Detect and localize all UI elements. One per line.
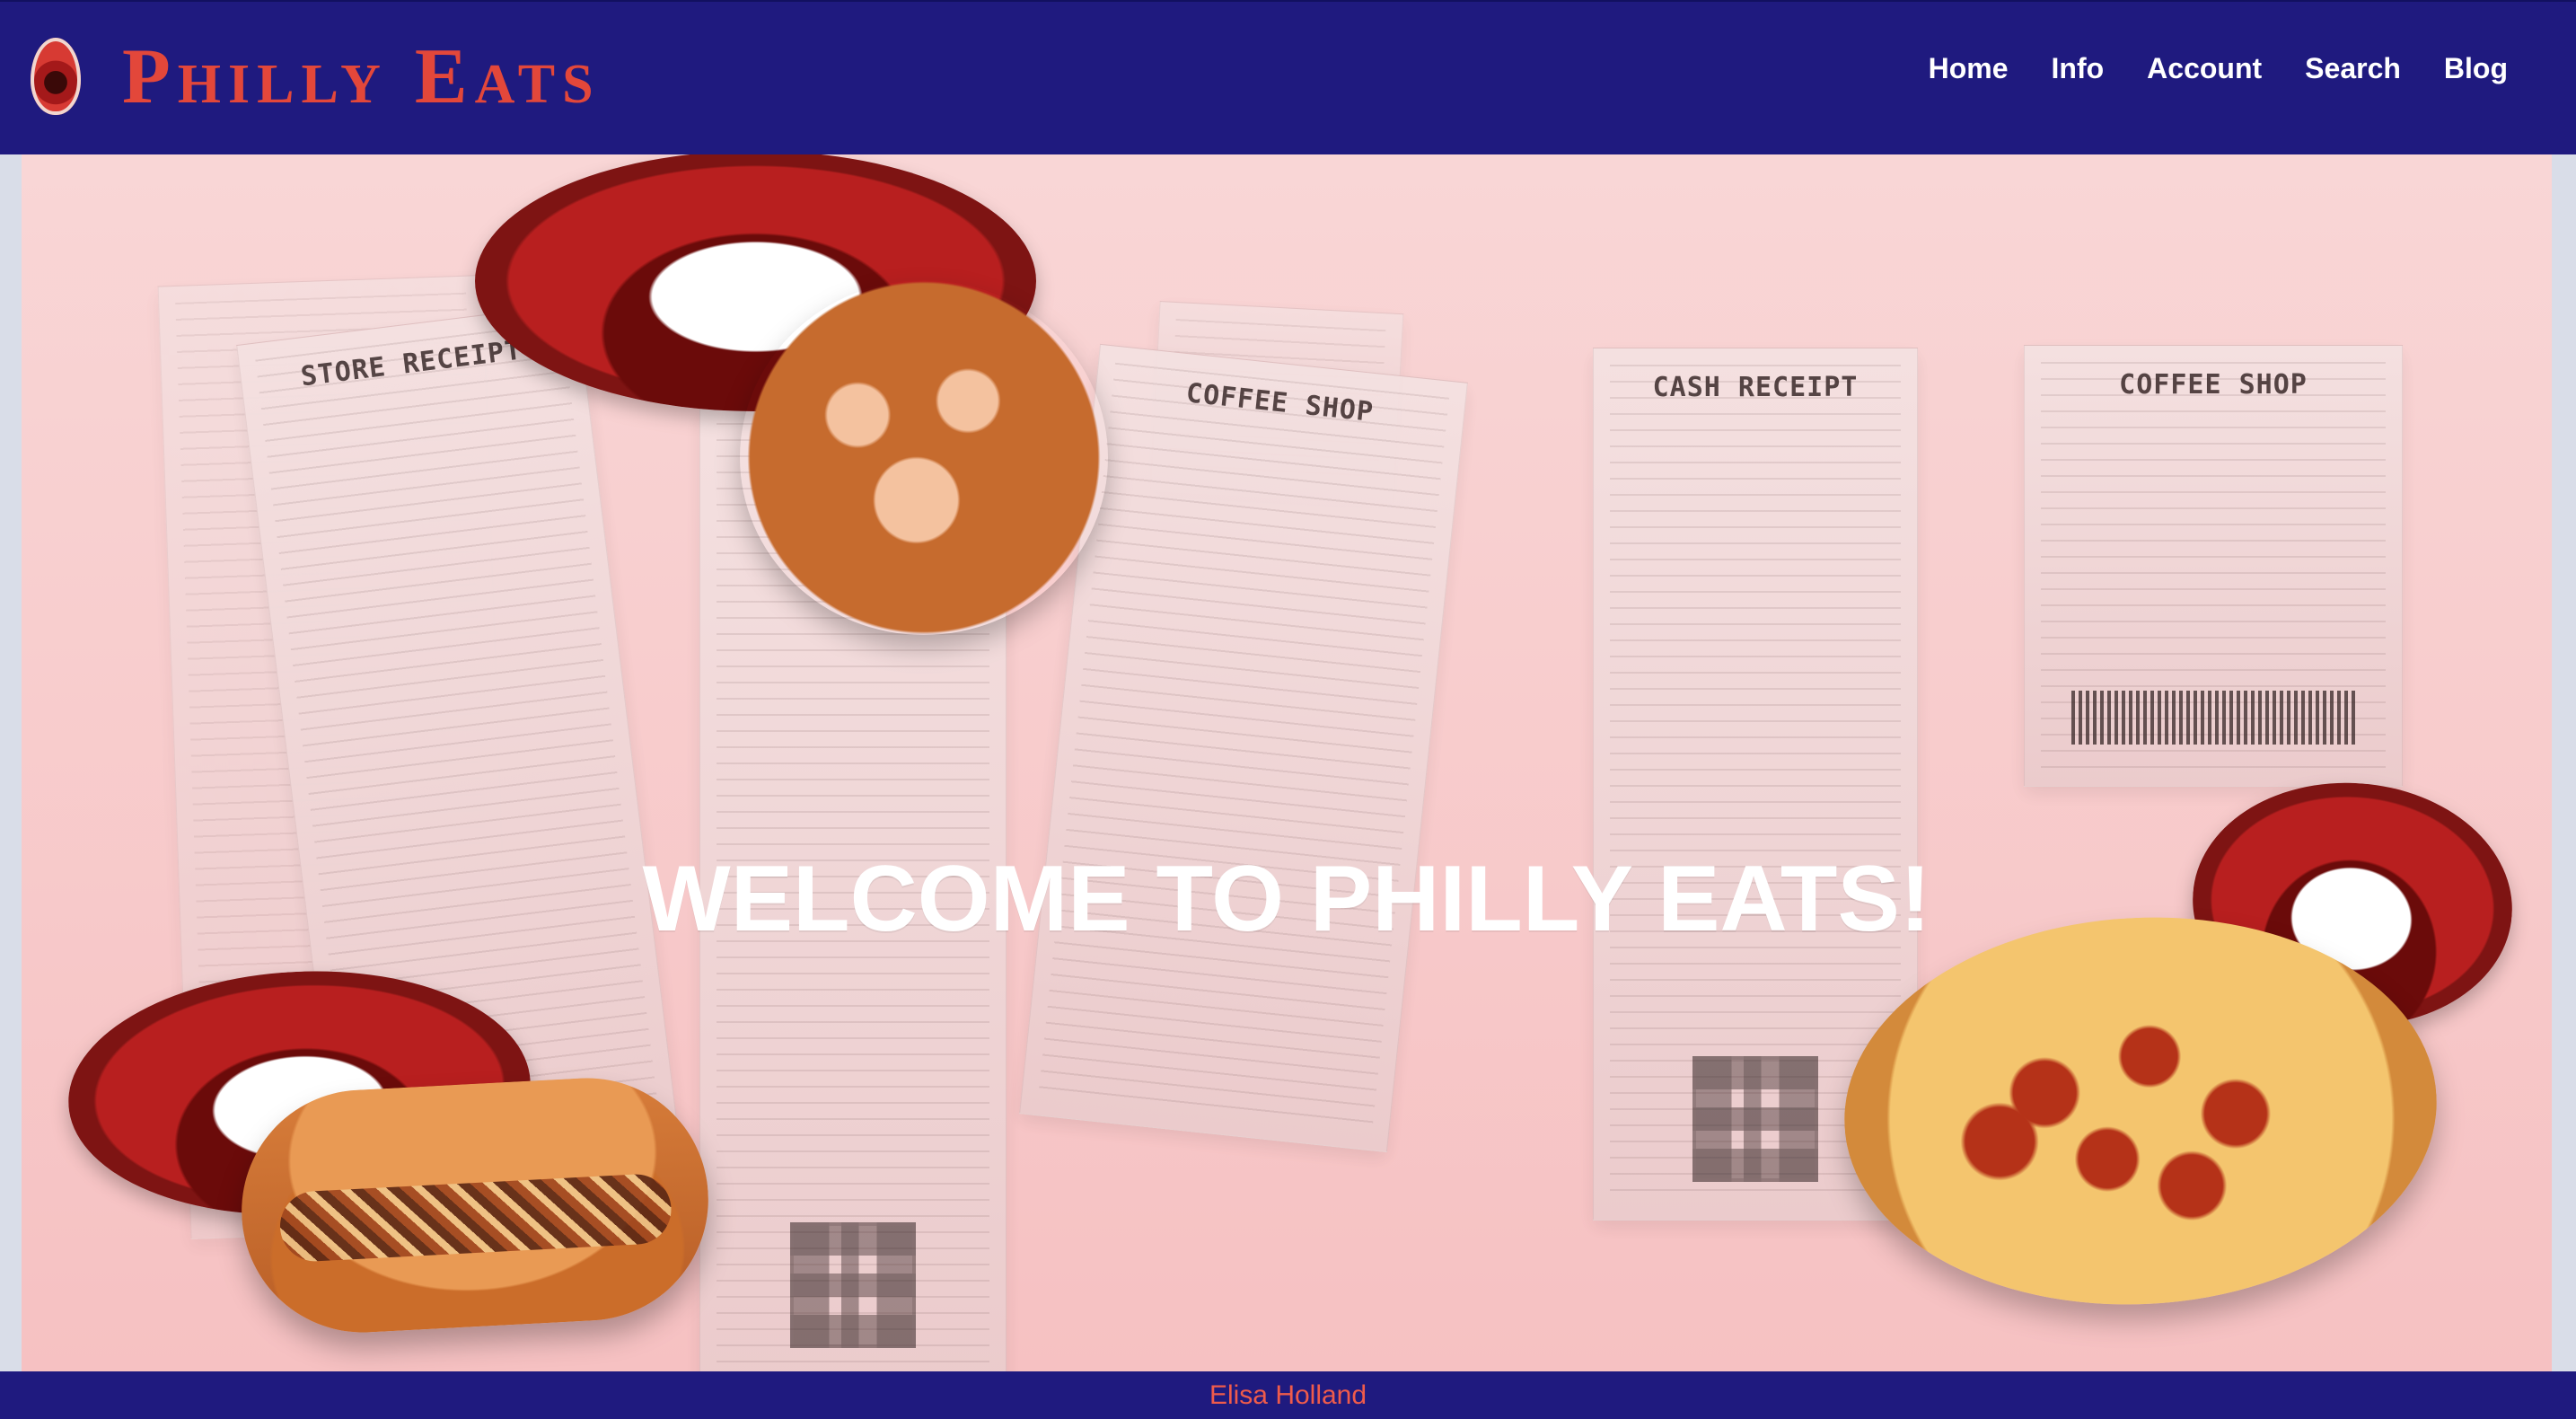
cheesesteak-icon bbox=[235, 1071, 715, 1339]
nav-search-link[interactable]: Search bbox=[2305, 52, 2401, 85]
receipt-title: COFFEE SHOP bbox=[2119, 369, 2308, 401]
qr-code-icon bbox=[790, 1222, 916, 1348]
qr-code-icon bbox=[1692, 1056, 1818, 1182]
nav-home-link[interactable]: Home bbox=[1929, 52, 2009, 85]
nav-info-link[interactable]: Info bbox=[2052, 52, 2105, 85]
nav-account-link[interactable]: Account bbox=[2147, 52, 2262, 85]
main-nav: Home Info Account Search Blog bbox=[1929, 52, 2508, 85]
pretzel-icon bbox=[740, 280, 1108, 635]
top-navigation-bar: Philly Eats Home Info Account Search Blo… bbox=[0, 0, 2576, 154]
mouth-logo-icon bbox=[31, 38, 81, 115]
nav-blog-link[interactable]: Blog bbox=[2444, 52, 2508, 85]
hero-section: STORE RECEIPT COFFEE SHOP CASH RECEIPT C… bbox=[22, 154, 2552, 1371]
receipt-title: COFFEE SHOP bbox=[1184, 377, 1376, 428]
brand-title: Philly Eats bbox=[122, 32, 601, 120]
receipt-icon: COFFEE SHOP bbox=[2024, 345, 2403, 787]
footer-credit: Elisa Holland bbox=[1209, 1379, 1367, 1410]
barcode-icon bbox=[2071, 691, 2355, 745]
receipt-title: CASH RECEIPT bbox=[1652, 372, 1859, 403]
brand[interactable]: Philly Eats bbox=[31, 27, 601, 126]
footer: Elisa Holland bbox=[0, 1371, 2576, 1419]
